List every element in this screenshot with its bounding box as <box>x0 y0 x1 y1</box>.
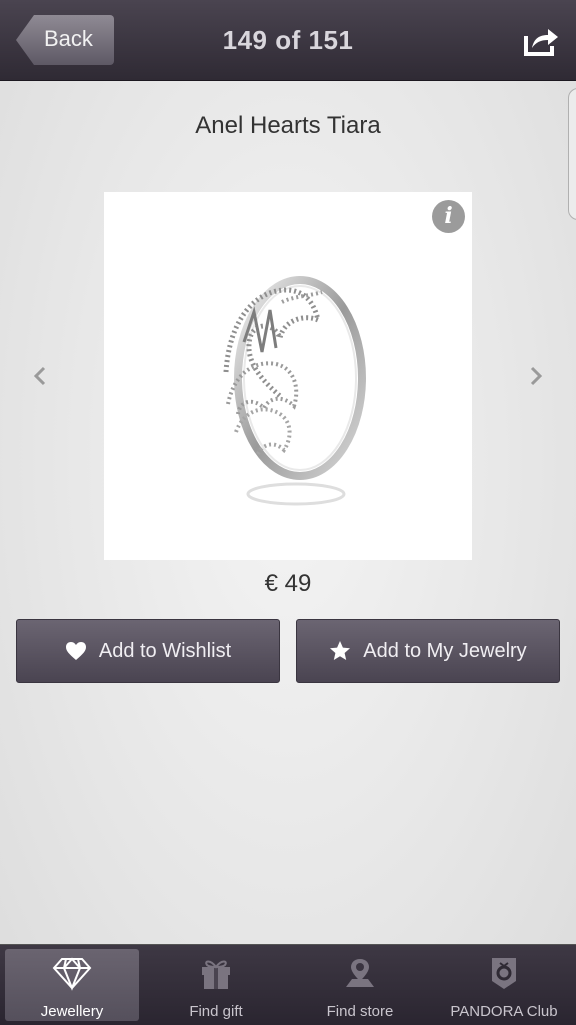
info-icon[interactable]: i <box>432 200 465 233</box>
tab-find-gift[interactable]: Find gift <box>149 949 283 1021</box>
share-icon <box>524 29 558 56</box>
product-title: Anel Hearts Tiara <box>195 112 381 139</box>
diamond-icon <box>52 957 92 991</box>
tab-find-store[interactable]: Find store <box>293 949 427 1021</box>
top-nav-bar: Back 149 of 151 <box>0 0 576 81</box>
next-arrow[interactable] <box>526 364 546 388</box>
tab-pandora-club-label: PANDORA Club <box>450 1003 558 1020</box>
bottom-tab-bar: Jewellery Find gift Find store PANDORA C… <box>0 944 576 1025</box>
star-icon <box>330 641 351 660</box>
share-button[interactable] <box>522 24 560 58</box>
store-pin-icon <box>346 959 374 987</box>
tab-pandora-club[interactable]: PANDORA Club <box>437 949 571 1021</box>
add-to-my-jewelry-button[interactable]: Add to My Jewelry <box>296 619 560 683</box>
product-image[interactable] <box>104 192 472 560</box>
pandora-club-icon <box>492 958 516 989</box>
side-panel-handle[interactable] <box>568 88 576 220</box>
product-price: € 49 <box>264 570 312 597</box>
gift-icon <box>202 960 230 989</box>
chevron-right-icon <box>530 366 543 386</box>
add-to-wishlist-label: Add to Wishlist <box>98 639 232 662</box>
ring-illustration <box>223 276 366 506</box>
add-to-my-jewelry-label: Add to My Jewelry <box>363 639 527 662</box>
page-counter: 149 of 151 <box>222 25 354 55</box>
add-to-wishlist-button[interactable]: Add to Wishlist <box>16 619 280 683</box>
tab-jewellery-label: Jewellery <box>40 1003 104 1020</box>
tab-find-gift-label: Find gift <box>189 1003 243 1020</box>
previous-arrow[interactable] <box>30 364 50 388</box>
heart-icon <box>65 642 86 660</box>
chevron-left-icon <box>33 366 46 386</box>
tab-find-store-label: Find store <box>326 1003 394 1020</box>
tab-jewellery[interactable]: Jewellery <box>5 949 139 1021</box>
